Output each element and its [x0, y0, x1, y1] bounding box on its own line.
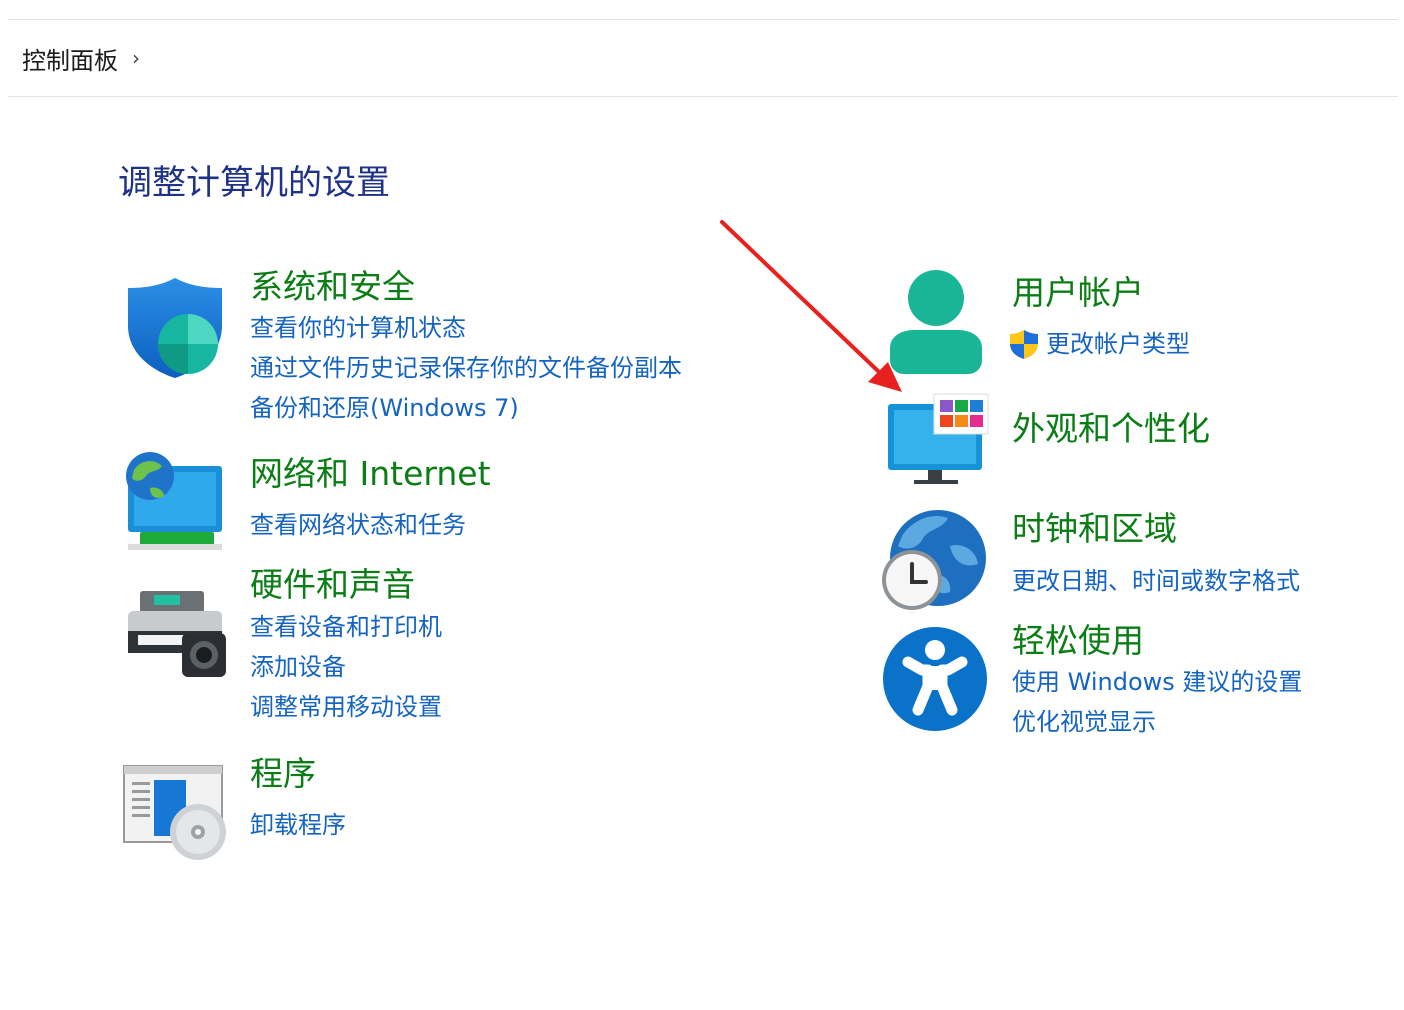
link-use-recommended-settings[interactable]: 使用 Windows 建议的设置: [1012, 662, 1302, 702]
monitor-palette-icon[interactable]: [882, 390, 992, 500]
category-title-user-accounts[interactable]: 用户帐户: [1012, 274, 1144, 312]
category-title-ease-of-access[interactable]: 轻松使用: [1012, 622, 1144, 660]
globe-clock-icon[interactable]: [880, 506, 990, 616]
link-uninstall-program[interactable]: 卸载程序: [250, 805, 346, 845]
breadcrumb-chevron-icon[interactable]: ›: [132, 48, 140, 68]
category-title-clock-region[interactable]: 时钟和区域: [1012, 510, 1177, 548]
link-optimize-visual-display[interactable]: 优化视觉显示: [1012, 702, 1302, 742]
link-view-devices-printers[interactable]: 查看设备和打印机: [250, 607, 442, 647]
link-add-device[interactable]: 添加设备: [250, 647, 442, 687]
user-icon[interactable]: [882, 268, 992, 378]
category-title-network-internet[interactable]: 网络和 Internet: [250, 455, 491, 493]
accessibility-icon[interactable]: [880, 624, 990, 734]
link-file-history-backup[interactable]: 通过文件历史记录保存你的文件备份副本: [250, 348, 682, 388]
header-divider: [8, 96, 1398, 97]
top-divider: [8, 19, 1398, 20]
link-backup-restore-win7[interactable]: 备份和还原(Windows 7): [250, 388, 682, 428]
link-change-account-type[interactable]: 更改帐户类型: [1046, 324, 1190, 364]
category-title-hardware-sound[interactable]: 硬件和声音: [250, 566, 415, 604]
programs-disc-icon[interactable]: [120, 752, 230, 862]
printer-icon[interactable]: [120, 575, 230, 685]
page-title: 调整计算机的设置: [118, 163, 390, 203]
breadcrumb: 控制面板 ›: [22, 40, 140, 76]
category-title-system-security[interactable]: 系统和安全: [250, 268, 415, 306]
link-row-change-account-type: 更改帐户类型: [1008, 324, 1190, 364]
control-panel-window: 控制面板 › 调整计算机的设置 系统和安全 查看你的计算机状态 通过文件历史记录…: [0, 0, 1404, 1010]
link-view-computer-status[interactable]: 查看你的计算机状态: [250, 308, 682, 348]
network-globe-icon[interactable]: [120, 448, 230, 558]
link-view-network-status[interactable]: 查看网络状态和任务: [250, 505, 466, 545]
link-mobility-settings[interactable]: 调整常用移动设置: [250, 687, 442, 727]
category-title-programs[interactable]: 程序: [250, 755, 316, 793]
breadcrumb-control-panel[interactable]: 控制面板: [22, 41, 118, 76]
uac-shield-icon: [1010, 330, 1038, 359]
category-title-appearance[interactable]: 外观和个性化: [1012, 410, 1210, 448]
link-change-date-time-format[interactable]: 更改日期、时间或数字格式: [1012, 561, 1300, 601]
shield-icon[interactable]: [120, 274, 230, 384]
